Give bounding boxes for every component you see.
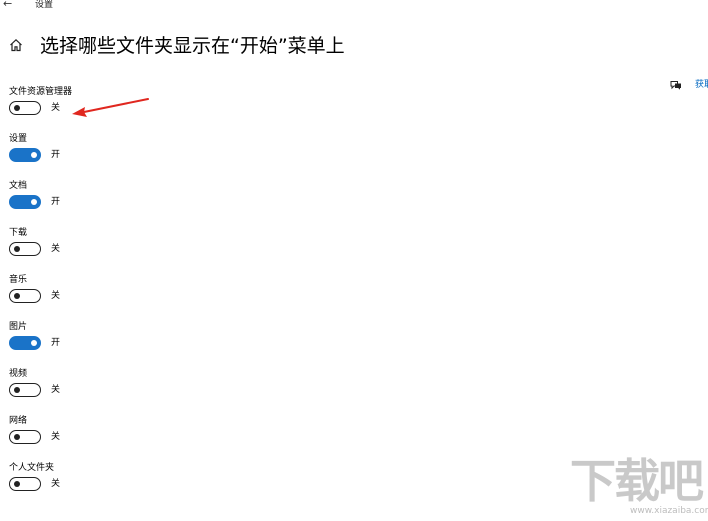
toggle-knob (14, 104, 20, 111)
app-title: 设置 (35, 0, 54, 10)
setting-network: 网络 关 (9, 416, 209, 456)
toggle-switch[interactable] (9, 289, 41, 303)
toggle-knob (14, 245, 20, 252)
toggle-switch[interactable] (9, 430, 41, 444)
toggle-knob (31, 339, 37, 346)
setting-label: 文件资源管理器 (9, 87, 73, 97)
toggle-state-text: 关 (51, 103, 61, 113)
setting-personal-folder: 个人文件夹 关 (9, 463, 209, 503)
back-button[interactable]: ← (3, 0, 17, 12)
setting-pictures: 图片 开 (9, 322, 209, 362)
setting-label: 视频 (9, 369, 28, 379)
setting-label: 设置 (9, 134, 28, 144)
toggle-switch[interactable] (9, 242, 41, 256)
toggle-switch[interactable] (9, 383, 41, 397)
setting-label: 音乐 (9, 275, 28, 285)
toggle-knob (31, 198, 37, 205)
toggle-state-text: 关 (51, 291, 61, 301)
feedback-link[interactable]: 获取 (695, 80, 708, 91)
toggle-switch[interactable] (9, 148, 41, 162)
setting-documents: 文档 开 (9, 181, 209, 221)
toggle-switch[interactable] (9, 477, 41, 491)
toggle-state-text: 开 (51, 150, 61, 160)
toggle-switch[interactable] (9, 195, 41, 209)
setting-label: 文档 (9, 181, 28, 191)
setting-videos: 视频 关 (9, 369, 209, 409)
setting-label: 网络 (9, 416, 28, 426)
toggle-state-text: 开 (51, 338, 61, 348)
toggle-knob (14, 292, 20, 299)
feedback-icon[interactable] (670, 79, 682, 91)
toggle-state-text: 关 (51, 244, 61, 254)
toggle-knob (14, 480, 20, 487)
toggle-state-text: 关 (51, 432, 61, 442)
watermark-url: www.xiazaiba.com (630, 506, 708, 516)
watermark-text: 下载吧 (570, 454, 704, 508)
annotation-arrow (72, 98, 149, 117)
toggle-knob (14, 386, 20, 393)
setting-label: 个人文件夹 (9, 463, 55, 473)
toggle-switch[interactable] (9, 101, 41, 115)
toggle-knob (31, 151, 37, 158)
page-title: 选择哪些文件夹显示在“开始”菜单上 (40, 35, 345, 57)
setting-music: 音乐 关 (9, 275, 209, 315)
watermark-logo: 下载吧 www.xiazaiba.com (564, 455, 708, 521)
toggle-state-text: 关 (51, 479, 61, 489)
home-icon[interactable] (9, 38, 23, 52)
setting-downloads: 下载 关 (9, 228, 209, 268)
setting-settings: 设置 开 (9, 134, 209, 174)
title-bar: ← 设置 (0, 0, 708, 14)
setting-label: 下载 (9, 228, 28, 238)
toggle-state-text: 关 (51, 385, 61, 395)
toggle-state-text: 开 (51, 197, 61, 207)
setting-label: 图片 (9, 322, 28, 332)
toggle-knob (14, 433, 20, 440)
toggle-switch[interactable] (9, 336, 41, 350)
